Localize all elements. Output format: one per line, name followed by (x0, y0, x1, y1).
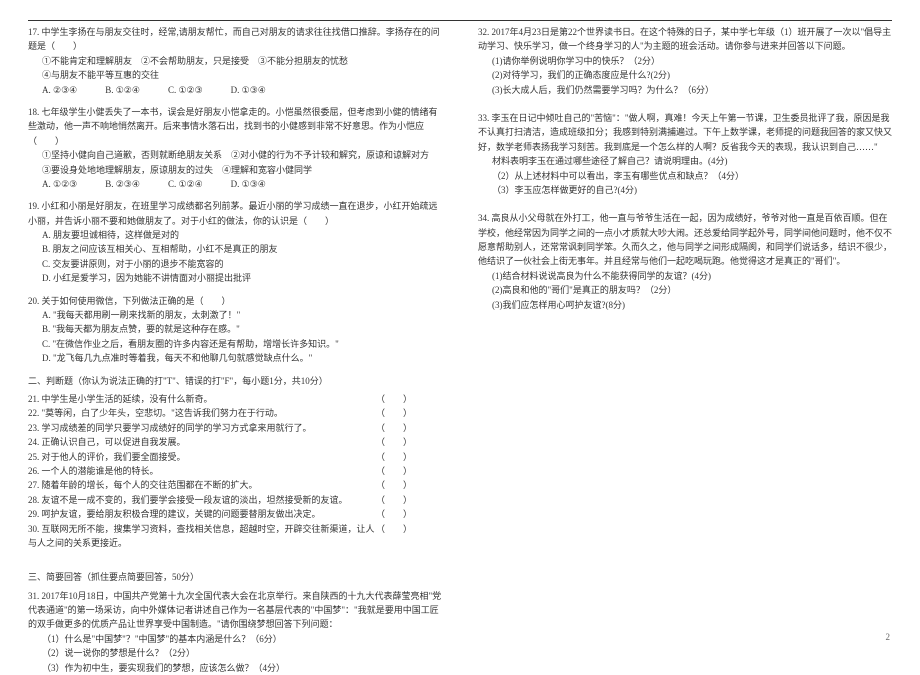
q32-stem: 32. 2017年4月23日是第22个世界读书日。在这个特殊的日子，某中学七年级… (478, 25, 892, 54)
question-19: 19. 小红和小丽是好朋友，在班里学习成绩都名列前茅。最近小丽的学习成绩一直在退… (28, 199, 442, 285)
paren-27: （ ） (376, 478, 412, 492)
q32-sub1: (1)请你举例说明你学习中的快乐？（2分） (478, 54, 892, 68)
question-31: 31. 2017年10月18日，中国共产党第十九次全国代表大会在北京举行。来自陕… (28, 589, 442, 675)
q31-stem: 31. 2017年10月18日，中国共产党第十九次全国代表大会在北京举行。来自陕… (28, 589, 442, 632)
paren-24: （ ） (376, 435, 412, 449)
q20-d: D. "龙飞每几九点准时等着我，每天不和他聊几句就感觉缺点什么。" (28, 351, 442, 365)
q19-stem: 19. 小红和小丽是好朋友，在班里学习成绩都名列前茅。最近小丽的学习成绩一直在退… (28, 199, 442, 228)
judge-30: 30. 互联网无所不能，搜集学习资料，查找相关信息，超越时空，开辟交往新渠道，让… (28, 522, 442, 551)
judge-22: 22. "莫等闲，白了少年头，空悲切。"这告诉我们努力在于行动。（ ） (28, 406, 442, 420)
q20-c: C. "在微信作业之后，看朋友圈的许多内容还是有帮助，增增长许多知识。" (28, 337, 442, 351)
judge-23: 23. 学习成绩差的同学只要学习成绩好的同学的学习方式拿来用就行了。（ ） (28, 421, 442, 435)
page-number: 2 (886, 630, 891, 644)
judge-27: 27. 随着年龄的增长，每个人的交往范围都在不断的扩大。（ ） (28, 478, 442, 492)
paren-23: （ ） (376, 421, 412, 435)
q19-b: B. 朋友之间应该互相关心、互相帮助，小红不是真正的朋友 (28, 242, 442, 256)
q18-c: C. ①②④ (168, 177, 203, 191)
paren-29: （ ） (376, 507, 412, 521)
section-3-heading: 三、简要回答（抓住要点简要回答，50分） (28, 570, 442, 584)
q33-sub2: （2）从上述材料中可以看出，李玉有哪些优点和缺点？（4分） (478, 169, 892, 183)
question-18: 18. 七年级学生小健丢失了一本书，误会是好朋友小恺拿走的。小恺虽然很委屈，但考… (28, 105, 442, 191)
q17-opt-line2: ④与朋友不能平等互惠的交往 (28, 68, 442, 82)
q33-sub1: 材料表明李玉在通过哪些途径了解自己？请说明理由。(4分) (478, 154, 892, 168)
q33-sub3: （3）李玉应怎样做更好的自己?(4分) (478, 183, 892, 197)
q34-sub2: (2)高良和他的"哥们"是真正的朋友吗？（2分） (478, 283, 892, 297)
q18-stem: 18. 七年级学生小健丢失了一本书，误会是好朋友小恺拿走的。小恺虽然很委屈，但考… (28, 105, 442, 148)
q18-b: B. ②③④ (105, 177, 140, 191)
q34-sub1: (1)结合材料说说高良为什么不能获得同学的友谊？(4分) (478, 269, 892, 283)
question-34: 34. 高良从小父母就在外打工，他一直与爷爷生活在一起，因为成绩好，爷爷对他一直… (478, 211, 892, 312)
judge-21: 21. 中学生是小学生活的延续，没有什么新奇。（ ） (28, 392, 442, 406)
q31-sub2: （2）说一说你的梦想是什么？（2分） (28, 646, 442, 660)
q32-sub3: (3)长大成人后，我们仍然需要学习吗？为什么？（6分） (478, 83, 892, 97)
judge-28: 28. 友谊不是一成不变的，我们要学会接受一段友谊的淡出，坦然接受新的友谊。（ … (28, 493, 442, 507)
paren-28: （ ） (376, 493, 412, 507)
q17-stem: 17. 中学生李扬在与朋友交往时，经常,请朋友帮忙，而自己对朋友的请求往往找借口… (28, 25, 442, 54)
q34-sub3: (3)我们应怎样用心呵护友谊?(8分) (478, 298, 892, 312)
paren-22: （ ） (376, 406, 412, 420)
paren-26: （ ） (376, 464, 412, 478)
question-17: 17. 中学生李扬在与朋友交往时，经常,请朋友帮忙，而自己对朋友的请求往往找借口… (28, 25, 442, 97)
q17-opt-line1: ①不能肯定和理解朋友 ②不会帮助朋友，只是接受 ③不能分担朋友的忧愁 (28, 54, 442, 68)
q17-choices: A. ②③④ B. ①②④ C. ①②③ D. ①③④ (28, 83, 442, 97)
q18-a: A. ①②③ (42, 177, 77, 191)
q20-stem: 20. 关于如何使用微信，下列做法正确的是（ ） (28, 294, 442, 308)
q19-d: D. 小红是爱学习，因为她能不讲情面对小丽提出批评 (28, 271, 442, 285)
question-20: 20. 关于如何使用微信，下列做法正确的是（ ） A. "我每天都用刷一刷来找新… (28, 294, 442, 366)
q20-b: B. "我每天都为朋友点赞，要的就是这种存在感。" (28, 322, 442, 336)
q17-a: A. ②③④ (42, 83, 77, 97)
judge-24: 24. 正确认识自己，可以促进自我发展。（ ） (28, 435, 442, 449)
judge-29: 29. 呵护友谊，要给朋友积极合理的建议，关键的问题要替朋友做出决定。（ ） (28, 507, 442, 521)
q17-c: C. ①②③ (168, 83, 203, 97)
q18-choices: A. ①②③ B. ②③④ C. ①②④ D. ①③④ (28, 177, 442, 191)
q32-sub2: (2)对待学习，我们的正确态度应是什么?(2分) (478, 68, 892, 82)
q19-a: A. 朋友要坦诚相待，这样做是对的 (28, 228, 442, 242)
q18-d: D. ①③④ (231, 177, 266, 191)
q19-c: C. 交友要讲原则，对于小丽的退步不能宽容的 (28, 257, 442, 271)
paren-25: （ ） (376, 450, 412, 464)
q33-stem: 33. 李玉在日记中倾吐自己的"苦恼"："做人啊，真难！今天上午第一节课，卫生委… (478, 111, 892, 154)
q31-sub1: （1）什么是"中国梦"？"中国梦"的基本内涵是什么？（6分） (28, 632, 442, 646)
question-33: 33. 李玉在日记中倾吐自己的"苦恼"："做人啊，真难！今天上午第一节课，卫生委… (478, 111, 892, 197)
paren-21: （ ） (376, 392, 412, 406)
judge-26: 26. 一个人的潜能谁是他的特长。（ ） (28, 464, 442, 478)
q18-opt-line1: ①坚持小健向自己道歉，否则就断绝朋友关系 ②对小健的行为不予计较和解究，原谅和谅… (28, 148, 442, 177)
q17-d: D. ①③④ (231, 83, 266, 97)
paren-30: （ ） (376, 522, 412, 551)
q20-a: A. "我每天都用刷一刷来找新的朋友，太刺激了！" (28, 308, 442, 322)
q31-sub3: （3）作为初中生，要实现我们的梦想，应该怎么做？（4分） (28, 661, 442, 675)
section-2-heading: 二、判断题（你认为说法正确的打"T"、错误的打"F"，每小题1分，共10分） (28, 374, 442, 388)
question-32: 32. 2017年4月23日是第22个世界读书日。在这个特殊的日子，某中学七年级… (478, 25, 892, 97)
q34-stem: 34. 高良从小父母就在外打工，他一直与爷爷生活在一起，因为成绩好，爷爷对他一直… (478, 211, 892, 269)
q17-b: B. ①②④ (105, 83, 140, 97)
judge-25: 25. 对于他人的评价，我们要全面接受。（ ） (28, 450, 442, 464)
